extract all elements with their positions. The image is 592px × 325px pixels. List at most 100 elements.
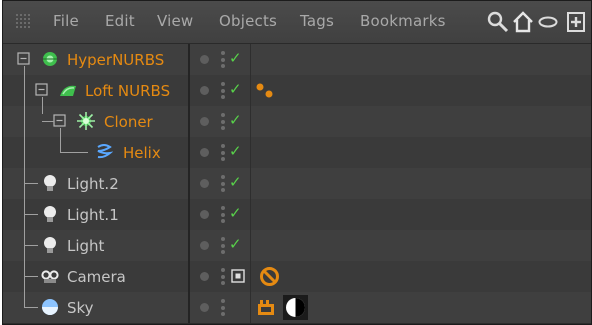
object-row-light[interactable]: Light ✓ — [3, 230, 591, 262]
object-manager-window: File Edit View Objects Tags Bookmarks Hy… — [2, 0, 592, 325]
object-row-sky[interactable]: Sky — [3, 292, 591, 324]
object-name-cell: Light.2 — [3, 168, 190, 199]
object-name-cell: Loft NURBS — [3, 75, 190, 106]
layer-dot[interactable] — [200, 148, 209, 157]
object-name-cell: Sky — [3, 292, 190, 323]
visibility-dots[interactable] — [221, 268, 225, 285]
tree-connector — [24, 137, 25, 168]
menubar: File Edit View Objects Tags Bookmarks — [3, 1, 591, 44]
camera-icon — [41, 270, 59, 283]
tree-connector — [60, 128, 61, 137]
layer-dot[interactable] — [200, 179, 209, 188]
protection-tag-icon[interactable] — [259, 266, 280, 287]
tree-connector — [24, 66, 25, 75]
tree-connector — [42, 121, 54, 122]
tree-connector — [60, 137, 61, 153]
enabled-check[interactable]: ✓ — [229, 111, 242, 129]
menu-edit[interactable]: Edit — [105, 12, 135, 30]
enabled-check[interactable]: ✓ — [229, 204, 242, 222]
enabled-check[interactable]: ✓ — [229, 235, 242, 253]
expand-tree-icon[interactable] — [35, 83, 49, 97]
object-row-light-1[interactable]: Light.1 ✓ — [3, 199, 591, 231]
enabled-check[interactable]: ✓ — [229, 49, 242, 67]
tree-connector — [24, 292, 25, 308]
object-name[interactable]: Loft NURBS — [85, 82, 170, 100]
visibility-dots[interactable] — [221, 113, 225, 130]
tree-connector — [42, 97, 43, 106]
enabled-check[interactable]: ✓ — [229, 142, 242, 160]
home-icon[interactable] — [512, 11, 534, 33]
add-object-icon[interactable] — [566, 11, 588, 33]
light-icon — [44, 237, 56, 253]
object-name[interactable]: Light — [67, 237, 104, 255]
object-row-loft-nurbs[interactable]: Loft NURBS ✓ — [3, 75, 591, 107]
object-row-helix[interactable]: Helix ✓ — [3, 137, 591, 169]
visibility-dots[interactable] — [221, 51, 225, 68]
enabled-check[interactable]: ✓ — [229, 80, 242, 98]
layer-dot[interactable] — [200, 241, 209, 250]
object-name-cell: Helix — [3, 137, 190, 168]
tree-connector — [24, 106, 25, 137]
tags-column-divider — [250, 44, 251, 323]
hypernurbs-icon — [43, 52, 57, 66]
layer-dot[interactable] — [200, 272, 209, 281]
object-row-light-2[interactable]: Light.2 ✓ — [3, 168, 591, 200]
phong-tag-icon[interactable] — [254, 81, 276, 101]
cloner-icon — [77, 112, 95, 130]
menu-bookmarks[interactable]: Bookmarks — [360, 12, 446, 30]
expand-tree-icon[interactable] — [17, 52, 31, 66]
sky-icon — [42, 299, 58, 315]
object-list: HyperNURBS ✓ Loft NURBS ✓ Cloner ✓ Helix… — [3, 44, 591, 324]
menu-objects[interactable]: Objects — [219, 12, 277, 30]
object-name[interactable]: Cloner — [104, 113, 153, 131]
object-name-cell: Light.1 — [3, 199, 190, 230]
menu-tags[interactable]: Tags — [300, 12, 334, 30]
helix-icon — [97, 144, 113, 159]
layer-dot[interactable] — [200, 303, 209, 312]
object-row-cloner[interactable]: Cloner ✓ — [3, 106, 591, 138]
layer-dot[interactable] — [200, 117, 209, 126]
expand-tree-icon[interactable] — [53, 114, 67, 128]
lens-icon[interactable] — [538, 15, 558, 29]
layer-dot[interactable] — [200, 55, 209, 64]
light-icon — [44, 206, 56, 222]
object-name[interactable]: HyperNURBS — [67, 51, 164, 69]
display-tag-icon[interactable] — [283, 295, 308, 320]
object-name[interactable]: Camera — [67, 268, 126, 286]
enabled-check[interactable]: ✓ — [229, 173, 242, 191]
object-row-hypernurbs[interactable]: HyperNURBS ✓ — [3, 44, 591, 76]
object-name[interactable]: Light.1 — [67, 206, 119, 224]
layer-dot[interactable] — [200, 210, 209, 219]
tree-connector — [24, 307, 38, 308]
menu-view[interactable]: View — [157, 12, 193, 30]
compositing-tag-icon[interactable] — [256, 298, 276, 318]
light-icon — [44, 175, 56, 191]
visibility-dots[interactable] — [221, 206, 225, 223]
object-name-cell: Cloner — [3, 106, 190, 137]
tree-connector — [24, 75, 25, 106]
camera-target-tag-icon[interactable] — [231, 269, 245, 283]
object-name-cell: Light — [3, 230, 190, 261]
loft-nurbs-icon — [60, 85, 76, 96]
tree-connector — [24, 183, 38, 184]
visibility-dots[interactable] — [221, 299, 225, 316]
object-row-camera[interactable]: Camera — [3, 261, 591, 293]
visibility-dots[interactable] — [221, 82, 225, 99]
object-name[interactable]: Light.2 — [67, 175, 119, 193]
tree-connector — [42, 106, 43, 114]
visibility-dots[interactable] — [221, 144, 225, 161]
tree-connector — [24, 245, 38, 246]
tree-connector — [60, 152, 88, 153]
tree-connector — [24, 214, 38, 215]
visibility-dots[interactable] — [221, 237, 225, 254]
object-name[interactable]: Helix — [123, 144, 161, 162]
object-name[interactable]: Sky — [67, 299, 94, 317]
object-name-cell: Camera — [3, 261, 190, 292]
object-name-cell: HyperNURBS — [3, 44, 190, 75]
menu-file[interactable]: File — [53, 12, 79, 30]
panel-grip-icon[interactable] — [15, 13, 31, 29]
visibility-dots[interactable] — [221, 175, 225, 192]
search-icon[interactable] — [487, 11, 509, 33]
layer-dot[interactable] — [200, 86, 209, 95]
tree-connector — [24, 276, 38, 277]
